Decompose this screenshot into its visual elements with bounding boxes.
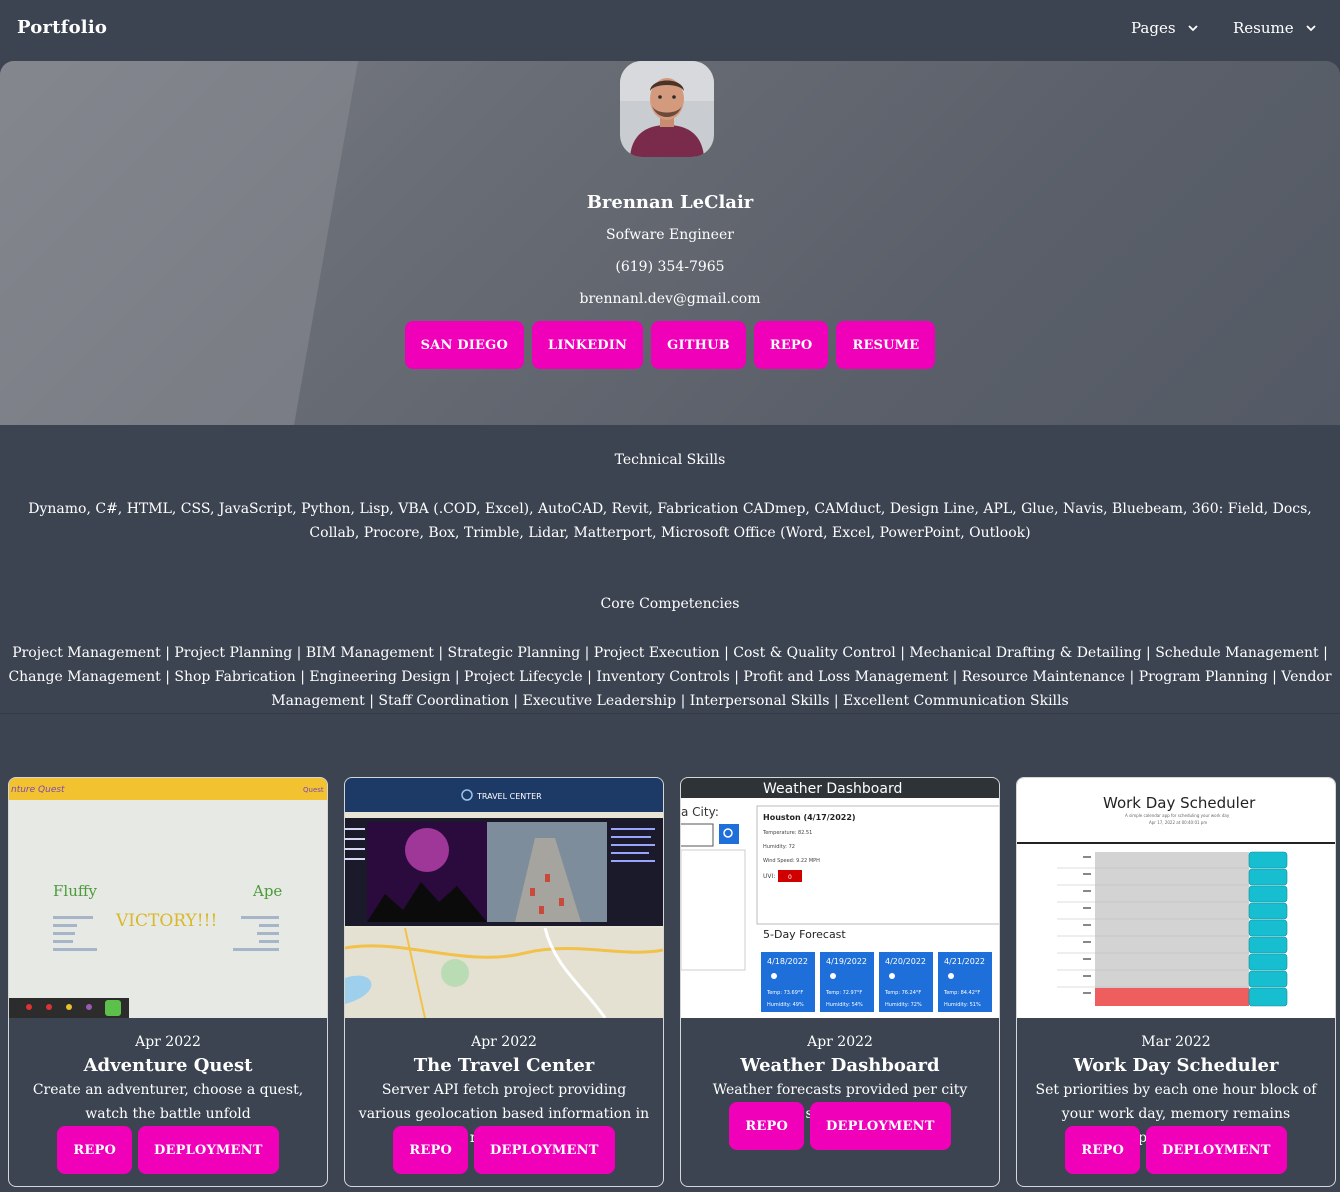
resume-menu[interactable]: Resume bbox=[1233, 19, 1316, 37]
pages-menu[interactable]: Pages bbox=[1131, 19, 1198, 37]
project-button-row: REPO DEPLOYMENT bbox=[9, 1126, 327, 1174]
project-description: Create an adventurer, choose a quest, wa… bbox=[32, 1082, 304, 1122]
core-competencies-title: Core Competencies bbox=[600, 596, 740, 612]
shot-left-name: Fluffy bbox=[53, 882, 98, 900]
project-screenshot: Weather Dashboard a City: Houston (4/17/… bbox=[681, 778, 999, 1018]
shot-forecast-title: 5-Day Forecast bbox=[763, 928, 846, 941]
pages-menu-label: Pages bbox=[1131, 19, 1176, 37]
repo-button[interactable]: REPO bbox=[729, 1102, 805, 1150]
svg-text:Humidity: 72%: Humidity: 72% bbox=[885, 1002, 922, 1008]
chevron-down-icon bbox=[1306, 25, 1316, 32]
core-competencies-list: Project Management | Project Planning | … bbox=[8, 645, 1332, 709]
avatar bbox=[620, 61, 714, 157]
project-title: Weather Dashboard bbox=[740, 1055, 940, 1076]
shot-header-left: nture Quest bbox=[11, 785, 65, 795]
shot-temp: Temperature: 82.51 bbox=[762, 830, 812, 836]
svg-text:Temp: 76.24°F: Temp: 76.24°F bbox=[884, 990, 921, 996]
project-screenshot: nture Quest Quest Fluffy VICTORY!!! Ape bbox=[9, 778, 327, 1018]
project-title: Work Day Scheduler bbox=[1073, 1055, 1279, 1076]
repo-button[interactable]: REPO bbox=[393, 1126, 469, 1174]
shot-wind: Wind Speed: 9.22 MPH bbox=[763, 858, 820, 864]
shot-uvi: 0 bbox=[788, 874, 792, 881]
svg-text:Temp: 73.69°F: Temp: 73.69°F bbox=[766, 990, 803, 996]
project-date: Mar 2022 bbox=[1141, 1034, 1211, 1050]
linkedin-button[interactable]: LINKEDIN bbox=[531, 321, 644, 369]
project-screenshot: Work Day Scheduler A simple calendar app… bbox=[1017, 778, 1335, 1018]
project-button-row: REPO DEPLOYMENT bbox=[681, 1102, 999, 1150]
shot-date: Apr 17, 2022 at 00:40:01 pm bbox=[1149, 820, 1207, 825]
divider bbox=[0, 713, 1340, 714]
project-card-travel-center: TRAVEL CENTER Apr 2022 The Travel Center… bbox=[344, 777, 664, 1187]
technical-skills-list: Dynamo, C#, HTML, CSS, JavaScript, Pytho… bbox=[28, 501, 1312, 541]
project-title: Adventure Quest bbox=[83, 1055, 253, 1076]
repo-button[interactable]: REPO bbox=[57, 1126, 133, 1174]
san-diego-button[interactable]: SAN DIEGO bbox=[404, 321, 524, 369]
shot-humidity: Humidity: 72 bbox=[763, 844, 795, 850]
navbar: Portfolio Pages Resume bbox=[0, 0, 1340, 60]
svg-text:Humidity: 54%: Humidity: 54% bbox=[826, 1002, 863, 1008]
project-screenshot: TRAVEL CENTER bbox=[345, 778, 663, 1018]
project-title: The Travel Center bbox=[413, 1055, 595, 1076]
shot-current: Houston (4/17/2022) bbox=[763, 813, 856, 822]
svg-text:4/21/2022: 4/21/2022 bbox=[944, 957, 985, 966]
project-date: Apr 2022 bbox=[135, 1034, 201, 1050]
chevron-down-icon bbox=[1187, 25, 1198, 32]
shot-uvi-label: UVI: bbox=[763, 873, 775, 880]
shot-header: Weather Dashboard bbox=[763, 781, 902, 797]
shot-header: TRAVEL CENTER bbox=[476, 792, 542, 801]
svg-text:4/18/2022: 4/18/2022 bbox=[767, 957, 808, 966]
shot-header-right: Quest bbox=[303, 786, 324, 794]
brand-title[interactable]: Portfolio bbox=[17, 17, 107, 38]
github-button[interactable]: GITHUB bbox=[651, 321, 746, 369]
hero-section: Brennan LeClair Sofware Engineer (619) 3… bbox=[0, 61, 1340, 425]
project-card-adventure-quest: nture Quest Quest Fluffy VICTORY!!! Ape … bbox=[8, 777, 328, 1187]
svg-text:Humidity: 51%: Humidity: 51% bbox=[944, 1002, 981, 1008]
deployment-button[interactable]: DEPLOYMENT bbox=[1146, 1126, 1287, 1174]
svg-text:Humidity: 49%: Humidity: 49% bbox=[767, 1002, 804, 1008]
repo-button[interactable]: REPO bbox=[1065, 1126, 1141, 1174]
hero-email: brennanl.dev@gmail.com bbox=[579, 291, 761, 307]
project-date: Apr 2022 bbox=[471, 1034, 537, 1050]
project-button-row: REPO DEPLOYMENT bbox=[1017, 1126, 1335, 1174]
project-card-work-day-scheduler: Work Day Scheduler A simple calendar app… bbox=[1016, 777, 1336, 1187]
svg-text:4/20/2022: 4/20/2022 bbox=[885, 957, 926, 966]
deployment-button[interactable]: DEPLOYMENT bbox=[138, 1126, 279, 1174]
project-button-row: REPO DEPLOYMENT bbox=[345, 1126, 663, 1174]
project-card-weather-dashboard: Weather Dashboard a City: Houston (4/17/… bbox=[680, 777, 1000, 1187]
shot-right-name: Ape bbox=[252, 882, 282, 900]
project-date: Apr 2022 bbox=[807, 1034, 873, 1050]
svg-text:Temp: 72.97°F: Temp: 72.97°F bbox=[825, 990, 862, 996]
deployment-button[interactable]: DEPLOYMENT bbox=[474, 1126, 615, 1174]
resume-menu-label: Resume bbox=[1233, 19, 1294, 37]
shot-subtitle: A simple calendar app for scheduling you… bbox=[1125, 813, 1230, 818]
technical-skills-title: Technical Skills bbox=[614, 452, 726, 468]
hero-button-row: SAN DIEGO LINKEDIN GITHUB REPO RESUME bbox=[0, 321, 1340, 369]
hero-name: Brennan LeClair bbox=[586, 192, 754, 213]
shot-header: Work Day Scheduler bbox=[1103, 794, 1256, 812]
shot-center: VICTORY!!! bbox=[115, 911, 217, 931]
resume-button[interactable]: RESUME bbox=[836, 321, 936, 369]
hero-phone: (619) 354-7965 bbox=[615, 259, 725, 275]
repo-button[interactable]: REPO bbox=[753, 321, 829, 369]
svg-text:4/19/2022: 4/19/2022 bbox=[826, 957, 867, 966]
svg-text:Temp: 84.42°F: Temp: 84.42°F bbox=[943, 990, 980, 996]
shot-city-label: a City: bbox=[681, 805, 719, 819]
deployment-button[interactable]: DEPLOYMENT bbox=[810, 1102, 951, 1150]
hero-job-title: Sofware Engineer bbox=[606, 227, 734, 243]
